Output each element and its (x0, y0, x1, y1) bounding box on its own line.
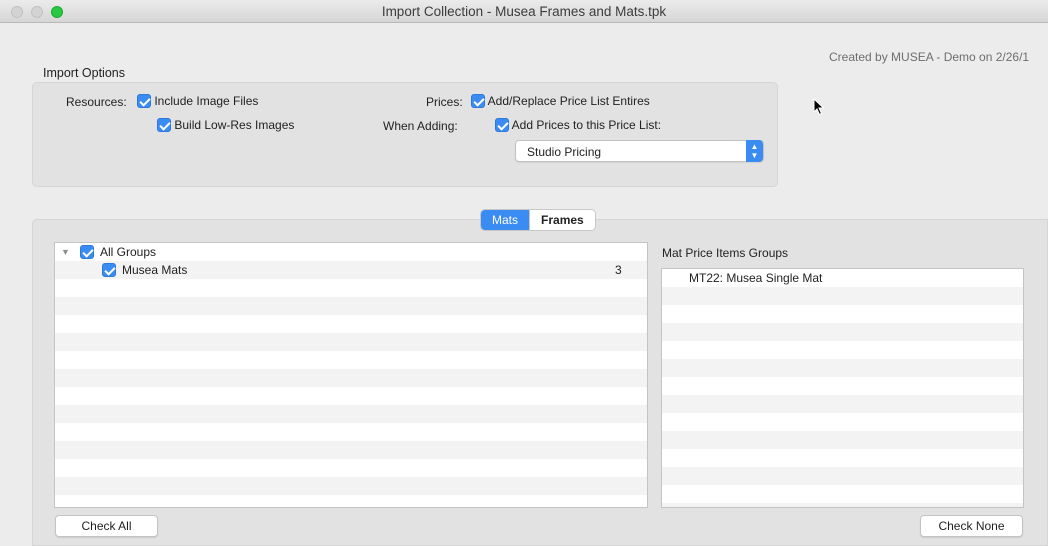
list-item (662, 305, 1023, 323)
add-prices-label: Add Prices to this Price List: (511, 118, 662, 132)
build-low-res-option[interactable]: Build Low-Res Images (157, 118, 294, 132)
table-row (55, 441, 647, 459)
table-row (55, 423, 647, 441)
include-image-files-label: Include Image Files (154, 94, 259, 108)
window-title: Import Collection - Musea Frames and Mat… (381, 4, 667, 19)
table-row (55, 315, 647, 333)
list-item (662, 341, 1023, 359)
title-bar: Import Collection - Musea Frames and Mat… (0, 0, 1048, 23)
price-list-select[interactable]: Studio Pricing ▲ ▼ (515, 140, 764, 162)
chevron-updown-icon: ▲ ▼ (746, 140, 763, 162)
list-item (662, 413, 1023, 431)
table-row (55, 459, 647, 477)
all-groups-label: All Groups (100, 245, 157, 259)
groups-table: ▼ All Groups Musea Mats 3 (54, 242, 648, 508)
price-items-header: Mat Price Items Groups (662, 246, 789, 260)
disclosure-triangle-icon[interactable]: ▼ (61, 243, 70, 261)
musea-mats-count: 3 (615, 263, 622, 277)
build-low-res-checkbox[interactable] (157, 118, 171, 132)
add-replace-checkbox[interactable] (471, 94, 485, 108)
include-image-files-checkbox[interactable] (137, 94, 151, 108)
resources-label: Resources: (66, 95, 127, 109)
table-row (55, 351, 647, 369)
list-item (662, 395, 1023, 413)
tab-frames[interactable]: Frames (529, 210, 595, 230)
include-image-files-option[interactable]: Include Image Files (137, 94, 258, 108)
import-options-label: Import Options (43, 66, 125, 80)
price-items-table: MT22: Musea Single Mat (661, 268, 1024, 508)
list-item (662, 503, 1023, 507)
prices-label: Prices: (426, 95, 463, 109)
musea-mats-label: Musea Mats (122, 263, 188, 277)
all-groups-checkbox[interactable] (80, 245, 94, 259)
price-item-label: MT22: Musea Single Mat (689, 271, 823, 285)
table-row (55, 495, 647, 507)
list-item (662, 377, 1023, 395)
add-replace-label: Add/Replace Price List Entires (487, 94, 650, 108)
tab-mats[interactable]: Mats (481, 210, 530, 230)
table-row (55, 387, 647, 405)
list-item (662, 449, 1023, 467)
list-item (662, 431, 1023, 449)
price-list-value: Studio Pricing (527, 145, 602, 159)
add-replace-option[interactable]: Add/Replace Price List Entires (471, 94, 650, 108)
check-all-button[interactable]: Check All (55, 515, 158, 537)
list-item[interactable]: MT22: Musea Single Mat (662, 269, 1023, 287)
created-by-text: Created by MUSEA - Demo on 2/26/1 (829, 50, 1030, 64)
when-adding-label: When Adding: (383, 119, 458, 133)
table-row (55, 477, 647, 495)
musea-mats-checkbox[interactable] (102, 263, 116, 277)
table-row (55, 279, 647, 297)
table-row (55, 369, 647, 387)
check-none-button[interactable]: Check None (920, 515, 1023, 537)
list-item (662, 359, 1023, 377)
mats-frames-tabs: Mats Frames (480, 209, 596, 231)
table-row-all-groups[interactable]: ▼ All Groups (55, 243, 647, 261)
table-row (55, 405, 647, 423)
list-item (662, 467, 1023, 485)
add-prices-checkbox[interactable] (495, 118, 509, 132)
build-low-res-label: Build Low-Res Images (174, 118, 295, 132)
list-item (662, 485, 1023, 503)
table-row (55, 297, 647, 315)
table-row (55, 333, 647, 351)
table-row-musea-mats[interactable]: Musea Mats 3 (55, 261, 647, 279)
list-item (662, 323, 1023, 341)
mouse-pointer-icon (813, 98, 825, 116)
list-item (662, 287, 1023, 305)
add-prices-option[interactable]: Add Prices to this Price List: (495, 118, 661, 132)
